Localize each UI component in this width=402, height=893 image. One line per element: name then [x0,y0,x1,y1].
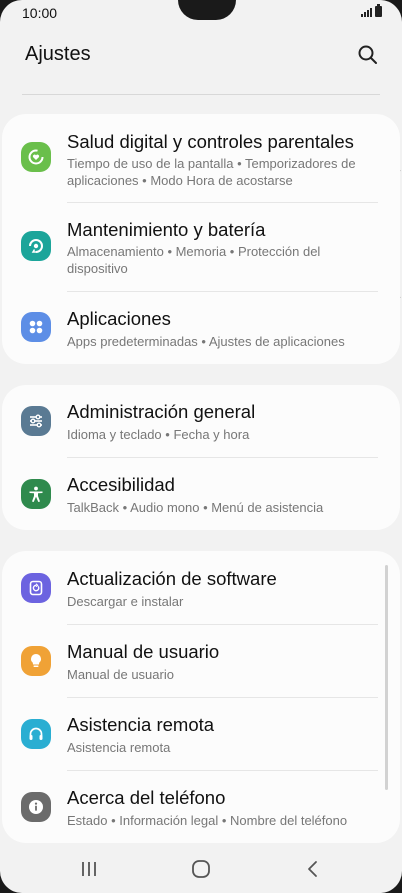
home-button[interactable] [186,857,216,881]
apps-icon [21,312,51,342]
item-subtitle: Tiempo de uso de la pantalla • Temporiza… [67,156,356,188]
status-bar: 10:00 [0,0,402,28]
battery-icon [375,4,382,17]
settings-item-general-management[interactable]: Administración general Idioma y teclado … [2,385,400,457]
item-subtitle: Asistencia remota [67,740,171,755]
navigation-bar [0,845,402,893]
settings-card-3: Actualización de software Descargar e in… [2,551,400,843]
item-subtitle: Idioma y teclado • Fecha y hora [67,427,250,442]
lightbulb-icon [21,646,51,676]
item-title: Mantenimiento y batería [67,219,266,240]
settings-card-1: Salud digital y controles parentales Tie… [2,114,400,364]
settings-item-about-phone[interactable]: Acerca del teléfono Estado • Información… [2,771,400,843]
recent-apps-button[interactable] [74,857,104,881]
item-subtitle: Descargar e instalar [67,594,184,609]
item-title: Asistencia remota [67,714,215,735]
general-management-icon [21,406,51,436]
item-subtitle: Almacenamiento • Memoria • Protección de… [67,244,321,276]
back-icon [308,861,317,877]
item-title: Accesibilidad [67,474,175,495]
settings-item-device-care[interactable]: Mantenimiento y batería Almacenamiento •… [2,203,400,291]
headset-icon [21,719,51,749]
status-time: 10:00 [22,5,58,21]
item-title: Administración general [67,401,256,422]
back-button[interactable] [298,857,328,881]
search-icon [358,45,377,64]
signal-icon [361,7,372,17]
accessibility-icon [21,479,51,509]
item-subtitle: Manual de usuario [67,667,174,682]
header-divider [22,94,380,95]
settings-item-digital-wellbeing[interactable]: Salud digital y controles parentales Tie… [2,114,400,202]
software-update-icon [21,573,51,603]
settings-item-user-manual[interactable]: Manual de usuario Manual de usuario [2,625,400,697]
status-icons [361,4,382,17]
search-button[interactable] [356,43,380,67]
settings-item-apps[interactable]: Aplicaciones Apps predeterminadas • Ajus… [2,292,400,364]
item-subtitle: Estado • Información legal • Nombre del … [67,813,348,828]
page-title: Ajustes [25,43,91,65]
home-icon [192,860,210,878]
settings-item-remote-support[interactable]: Asistencia remota Asistencia remota [2,698,400,770]
settings-card-2: Administración general Idioma y teclado … [2,385,400,530]
info-icon [21,792,51,822]
item-subtitle: TalkBack • Audio mono • Menú de asistenc… [67,500,324,515]
settings-item-accessibility[interactable]: Accesibilidad TalkBack • Audio mono • Me… [2,458,400,530]
device-care-icon [21,231,51,261]
item-title: Acerca del teléfono [67,787,226,808]
digital-wellbeing-icon [21,142,51,172]
camera-notch [178,0,236,20]
item-title: Actualización de software [67,568,277,589]
item-title: Aplicaciones [67,308,171,329]
item-title: Salud digital y controles parentales [67,131,354,152]
item-title: Manual de usuario [67,641,220,662]
scrollbar[interactable] [385,565,388,790]
header: Ajustes [0,28,402,94]
recent-apps-icon [82,862,96,876]
settings-item-software-update[interactable]: Actualización de software Descargar e in… [2,551,400,624]
item-subtitle: Apps predeterminadas • Ajustes de aplica… [67,334,345,349]
screen: 10:00 Ajustes Salud digital y controles … [0,0,402,893]
